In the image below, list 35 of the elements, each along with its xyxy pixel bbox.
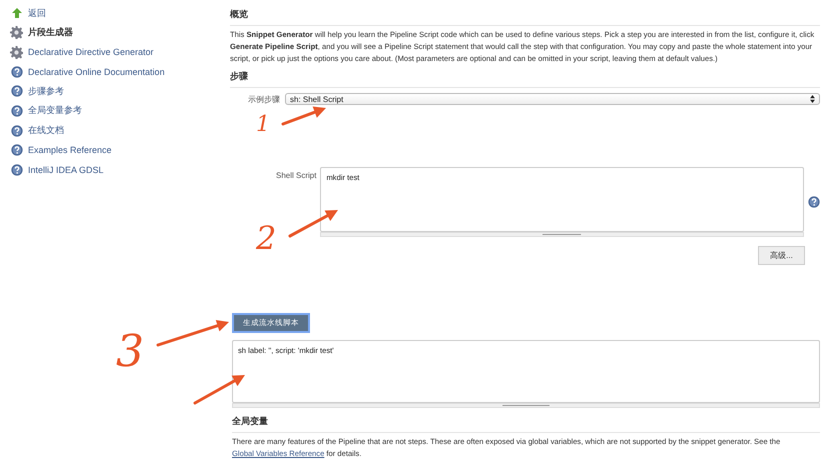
annotation-number: 3	[116, 330, 144, 374]
annotation-arrow	[282, 106, 326, 126]
advanced-button[interactable]: 高级...	[758, 246, 805, 265]
annotation-number: 2	[256, 222, 276, 254]
help-icon[interactable]	[808, 196, 820, 208]
step-dropdown[interactable]: sh: Shell Script	[285, 93, 820, 105]
resize-handle[interactable]	[232, 403, 820, 408]
annotation-number: 1	[256, 114, 270, 136]
section-heading: 概览	[230, 8, 820, 26]
help-icon	[10, 124, 23, 137]
dropdown-caret-icon	[810, 95, 815, 103]
gear-icon	[10, 46, 23, 59]
help-icon	[10, 144, 23, 156]
sidebar-item[interactable]: 返回	[28, 6, 46, 20]
resize-handle[interactable]	[320, 232, 804, 237]
help-icon	[10, 66, 23, 78]
sidebar-item[interactable]: 片段生成器	[28, 26, 73, 40]
help-icon	[10, 85, 23, 98]
annotation-arrow	[194, 375, 245, 404]
help-icon	[10, 104, 23, 117]
section-heading: 全局变量	[232, 415, 820, 433]
field-label: Shell Script	[276, 171, 316, 180]
sidebar-item[interactable]: IntelliJ IDEA GDSL	[28, 164, 104, 175]
annotation-arrow	[288, 210, 338, 238]
gear-icon	[10, 26, 23, 40]
help-icon	[10, 164, 23, 176]
field-label: 示例步骤	[248, 94, 280, 104]
section-heading: 步骤	[230, 70, 820, 88]
sidebar-item[interactable]: Declarative Directive Generator	[28, 47, 154, 58]
sidebar-item[interactable]: Declarative Online Documentation	[28, 66, 165, 77]
sidebar-item[interactable]: Examples Reference	[28, 145, 112, 156]
sidebar-item[interactable]: 步骤参考	[28, 84, 64, 98]
up-arrow-icon	[10, 7, 23, 19]
sidebar-item[interactable]: 全局变量参考	[28, 104, 82, 118]
sidebar-item[interactable]: 在线文档	[28, 124, 64, 138]
